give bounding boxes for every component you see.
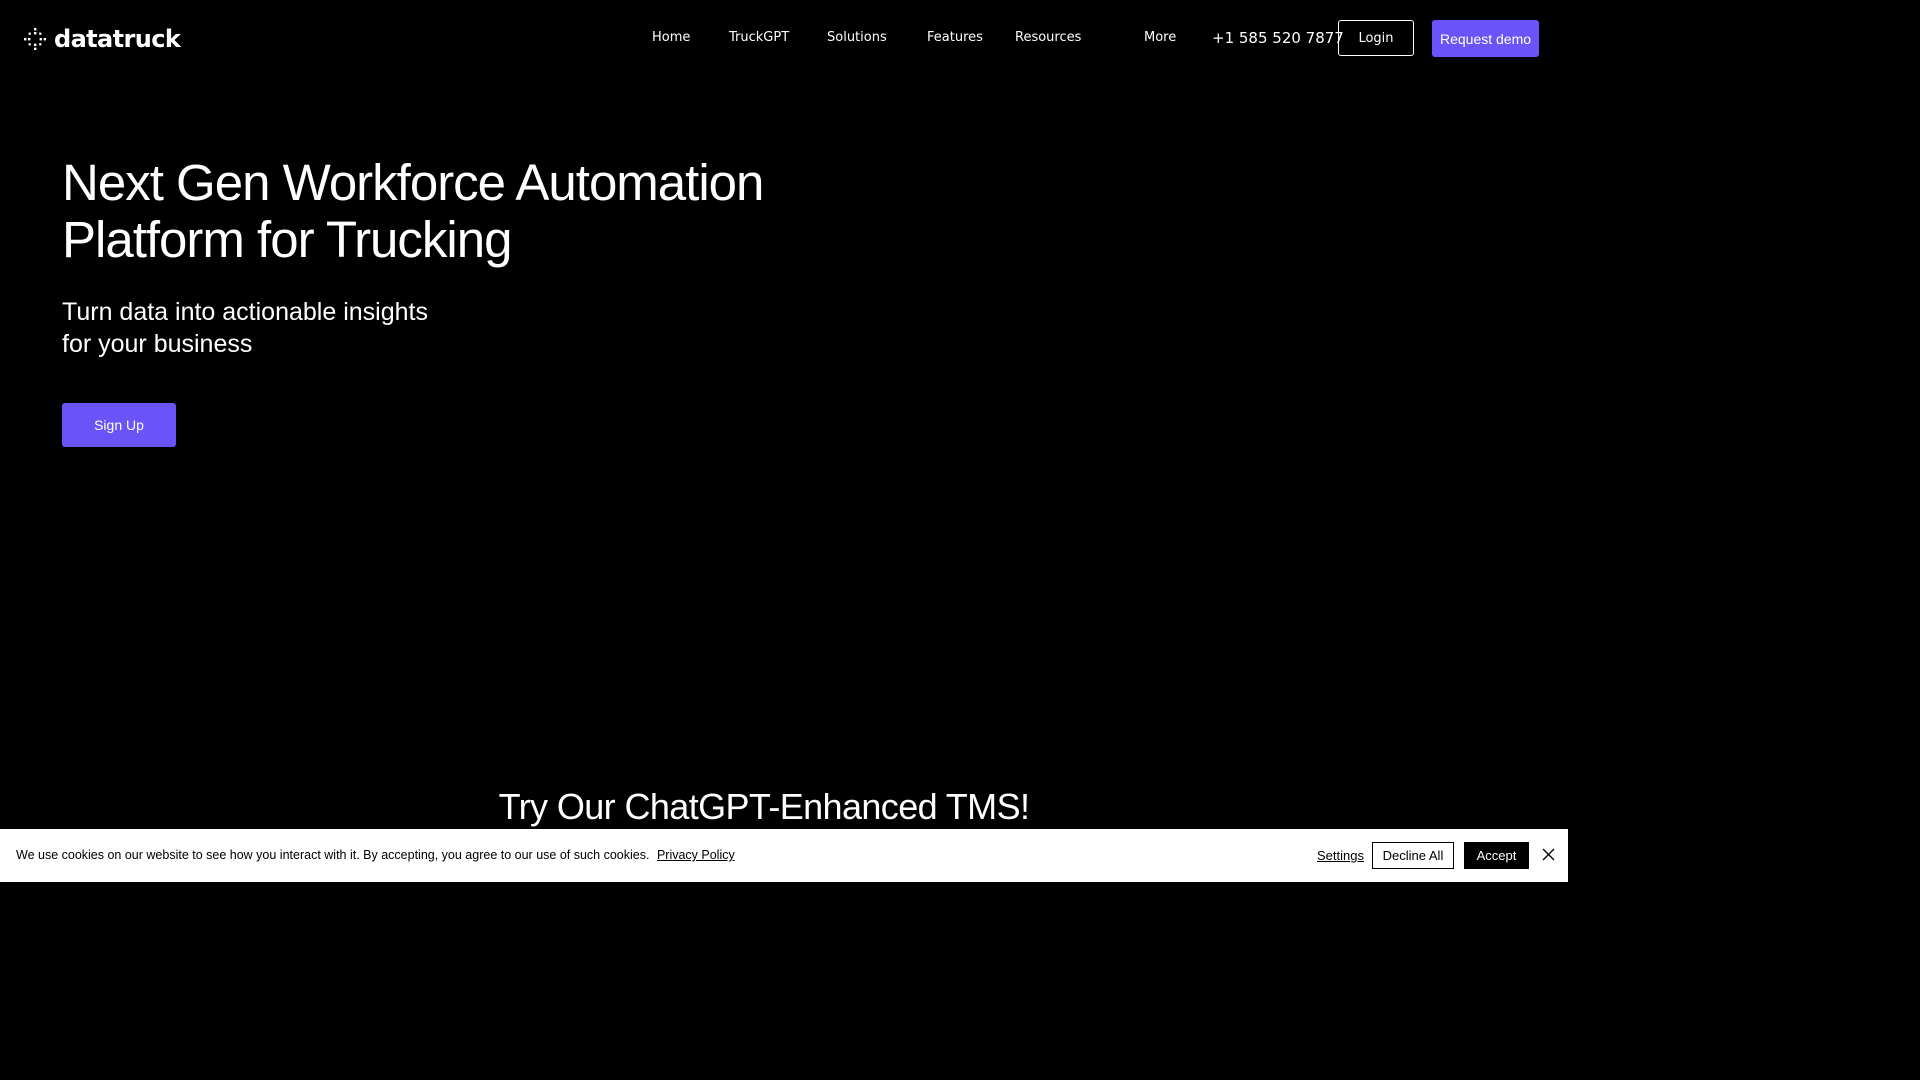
hero-title: Next Gen Workforce Automation Platform f… xyxy=(62,154,822,268)
nav-more[interactable]: More xyxy=(1144,30,1176,45)
hero-title-line2: Platform for Trucking xyxy=(62,211,512,268)
nav-resources[interactable]: Resources xyxy=(1015,30,1081,45)
cookie-banner: We use cookies on our website to see how… xyxy=(0,829,1568,882)
sign-up-button[interactable]: Sign Up xyxy=(62,403,176,447)
login-button[interactable]: Login xyxy=(1338,20,1414,56)
privacy-policy-link[interactable]: Privacy Policy xyxy=(657,848,735,862)
decline-all-button[interactable]: Decline All xyxy=(1372,842,1454,869)
section-title: Try Our ChatGPT-Enhanced TMS! xyxy=(498,786,1030,827)
cookie-settings-link[interactable]: Settings xyxy=(1317,848,1364,863)
request-demo-button[interactable]: Request demo xyxy=(1432,20,1539,57)
nav-solutions[interactable]: Solutions xyxy=(827,30,887,45)
accept-button[interactable]: Accept xyxy=(1464,842,1529,869)
hero-title-line1: Next Gen Workforce Automation xyxy=(62,154,764,211)
cookie-text: We use cookies on our website to see how… xyxy=(16,848,650,862)
phone-number[interactable]: +1 585 520 7877 xyxy=(1212,29,1344,47)
hero-subtitle-line2: for your business xyxy=(62,330,253,358)
nav-truckgpt[interactable]: TruckGPT xyxy=(729,30,789,45)
page: datatruck Home TruckGPT Solutions Featur… xyxy=(0,0,1568,882)
sparkle-dots-icon xyxy=(24,28,46,50)
logo[interactable]: datatruck xyxy=(24,24,181,54)
nav-home[interactable]: Home xyxy=(652,30,690,45)
nav-features[interactable]: Features xyxy=(927,30,983,45)
close-icon[interactable] xyxy=(1542,848,1555,861)
cookie-message: We use cookies on our website to see how… xyxy=(16,848,735,862)
hero-subtitle: Turn data into actionable insights for y… xyxy=(62,296,482,360)
logo-text: datatruck xyxy=(54,25,181,53)
hero-subtitle-line1: Turn data into actionable insights xyxy=(62,298,428,326)
